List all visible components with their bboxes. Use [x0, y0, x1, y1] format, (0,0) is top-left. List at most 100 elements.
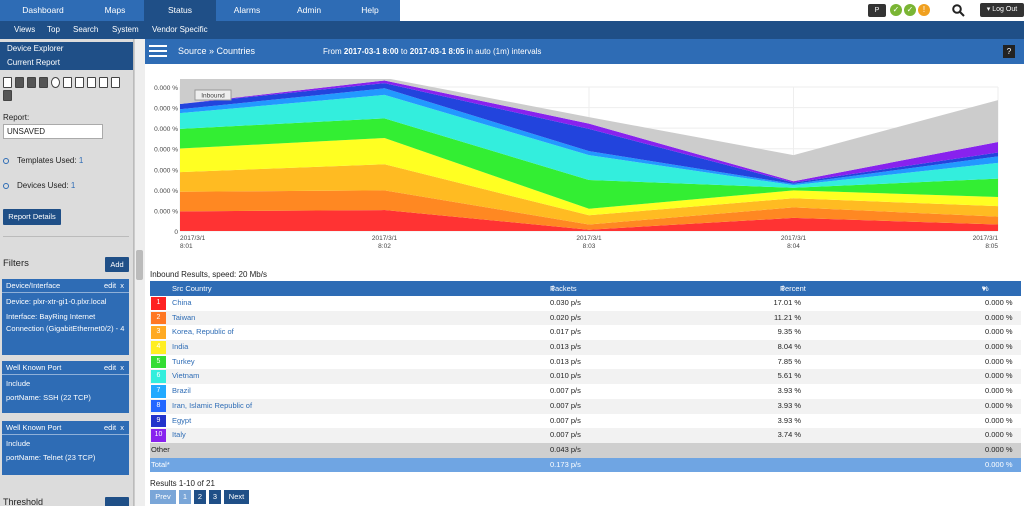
clock-icon[interactable] — [51, 77, 60, 88]
util-value: 0.000 % — [985, 312, 1013, 322]
tab-maps[interactable]: Maps — [86, 0, 144, 21]
breadcrumb[interactable]: Source » Countries — [178, 39, 255, 64]
country-link[interactable]: Korea, Republic of — [172, 325, 234, 340]
results-caption: Inbound Results, speed: 20 Mb/s — [150, 270, 267, 279]
country-link[interactable]: Egypt — [172, 414, 191, 429]
page-2-button[interactable]: 2 — [194, 490, 206, 504]
util-value: 0.000 % — [985, 327, 1013, 337]
page-1-button[interactable]: 1 — [179, 490, 191, 504]
sidebar-link-device-explorer[interactable]: Device Explorer — [0, 42, 133, 56]
report-toolbar — [3, 77, 131, 103]
range-from: 2017-03-1 8:00 — [343, 47, 399, 56]
edit-icon[interactable] — [63, 77, 72, 88]
tab-alarms[interactable]: Alarms — [216, 0, 278, 21]
y-tick-label: 0.000 % — [154, 208, 178, 215]
rank-color-swatch: 1 — [151, 297, 166, 310]
country-link[interactable]: India — [172, 340, 188, 355]
print-icon[interactable] — [75, 77, 84, 88]
packets-value: 0.007 p/s — [550, 430, 581, 440]
logout-label: Log Out — [992, 6, 1018, 13]
subnav-search[interactable]: Search — [73, 21, 98, 39]
x-tick-label: 2017/3/1 — [781, 235, 807, 242]
radio-icon[interactable] — [3, 183, 9, 189]
x-tick-label: 2017/3/1 — [180, 235, 206, 242]
tab-admin[interactable]: Admin — [278, 0, 340, 21]
radio-icon[interactable] — [3, 158, 9, 164]
save-icon[interactable] — [15, 77, 24, 88]
country-link[interactable]: Turkey — [172, 355, 195, 370]
filter-edit-link[interactable]: edit — [104, 363, 116, 372]
csv-icon[interactable] — [99, 77, 108, 88]
other-util: 0.000 % — [985, 444, 1013, 454]
sidebar: Device Explorer Current Report Report: U… — [0, 39, 134, 506]
table-row: 2 Taiwan 0.020 p/s 11.21 % 0.000 % — [150, 310, 1021, 326]
tab-help[interactable]: Help — [340, 0, 400, 21]
subnav-system[interactable]: System — [112, 21, 139, 39]
x-tick-label: 8:01 — [180, 243, 193, 250]
filter-card-well-known-port: Well Known Port edit x Include portName: T… — [2, 421, 129, 475]
area-chart-svg: 0.000 % 0.000 % 0.000 % 0.000 % 0.000 % 0.000… — [154, 51, 999, 250]
prev-page-button[interactable]: Prev — [150, 490, 176, 504]
save-as-icon[interactable] — [27, 77, 36, 88]
help-icon[interactable]: ? — [1003, 45, 1015, 58]
templates-used[interactable]: Templates Used: 1 — [17, 156, 83, 165]
pdf-icon[interactable] — [111, 77, 120, 88]
country-link[interactable]: Italy — [172, 428, 186, 443]
country-link[interactable]: Taiwan — [172, 311, 195, 326]
devices-label: Devices Used: — [17, 181, 69, 190]
filter-title: Well Known Port — [6, 363, 62, 372]
schedule-icon[interactable] — [3, 90, 12, 101]
country-link[interactable]: Brazil — [172, 384, 191, 399]
col-src-country[interactable]: Src Country — [172, 281, 212, 296]
report-label: Report: — [3, 113, 30, 122]
range-prefix: From — [323, 47, 342, 56]
total-packets: 0.173 p/s — [550, 459, 581, 469]
subnav-views[interactable]: Views — [14, 21, 35, 39]
tab-status[interactable]: Status — [144, 0, 216, 21]
status-ok-icon[interactable]: ✓ — [904, 4, 916, 16]
status-ok-icon[interactable]: ✓ — [890, 4, 902, 16]
menu-icon[interactable] — [149, 45, 167, 58]
rank-color-swatch: 5 — [151, 355, 166, 369]
email-icon[interactable] — [87, 77, 96, 88]
table-row: 4 India 0.013 p/s 8.04 % 0.000 % — [150, 340, 1021, 355]
report-details-button[interactable]: Report Details — [3, 209, 61, 225]
util-value: 0.000 % — [985, 415, 1013, 425]
sidebar-link-current-report[interactable]: Current Report — [0, 56, 133, 70]
filter-edit-link[interactable]: edit — [104, 423, 116, 432]
util-value: 0.000 % — [985, 430, 1013, 440]
filter-remove-icon[interactable]: x — [120, 363, 124, 372]
warning-icon[interactable]: ! — [918, 4, 930, 16]
y-tick-label: 0.000 % — [154, 188, 178, 195]
country-link[interactable]: Vietnam — [172, 369, 199, 384]
range-to-word: to — [400, 47, 408, 56]
next-page-button[interactable]: Next — [224, 490, 249, 504]
scrollbar-thumb[interactable] — [136, 250, 143, 280]
add-filter-button[interactable]: Add — [105, 257, 129, 272]
country-link[interactable]: Iran, Islamic Republic of — [172, 399, 252, 414]
percent-value: 5.61 % — [777, 371, 801, 381]
rank-color-swatch: 4 — [151, 341, 166, 354]
filter-remove-icon[interactable]: x — [120, 423, 124, 432]
main-content: Source » Countries From 2017-03-1 8:00 t… — [145, 39, 1024, 506]
divider — [3, 236, 129, 237]
filter-remove-icon[interactable]: x — [120, 281, 124, 290]
packets-value: 0.007 p/s — [550, 415, 581, 425]
country-link[interactable]: China — [172, 296, 192, 311]
filter-edit-link[interactable]: edit — [104, 281, 116, 290]
report-name-field[interactable]: UNSAVED — [3, 124, 103, 139]
search-icon[interactable] — [952, 4, 965, 17]
logout-button[interactable]: ▾ Log Out — [980, 3, 1024, 17]
new-report-icon[interactable] — [3, 77, 12, 88]
rank-color-swatch: 3 — [151, 326, 166, 339]
rank-color-swatch: 2 — [151, 311, 166, 325]
devices-used[interactable]: Devices Used: 1 — [17, 181, 75, 190]
tab-dashboard[interactable]: Dashboard — [0, 0, 86, 21]
subnav-top[interactable]: Top — [47, 21, 60, 39]
page-3-button[interactable]: 3 — [209, 490, 221, 504]
add-threshold-button[interactable] — [105, 497, 129, 506]
save-copy-icon[interactable] — [39, 77, 48, 88]
subnav-vendor-specific[interactable]: Vendor Specific — [152, 21, 208, 39]
server-icon[interactable]: P — [868, 4, 886, 17]
util-value: 0.000 % — [985, 342, 1013, 352]
